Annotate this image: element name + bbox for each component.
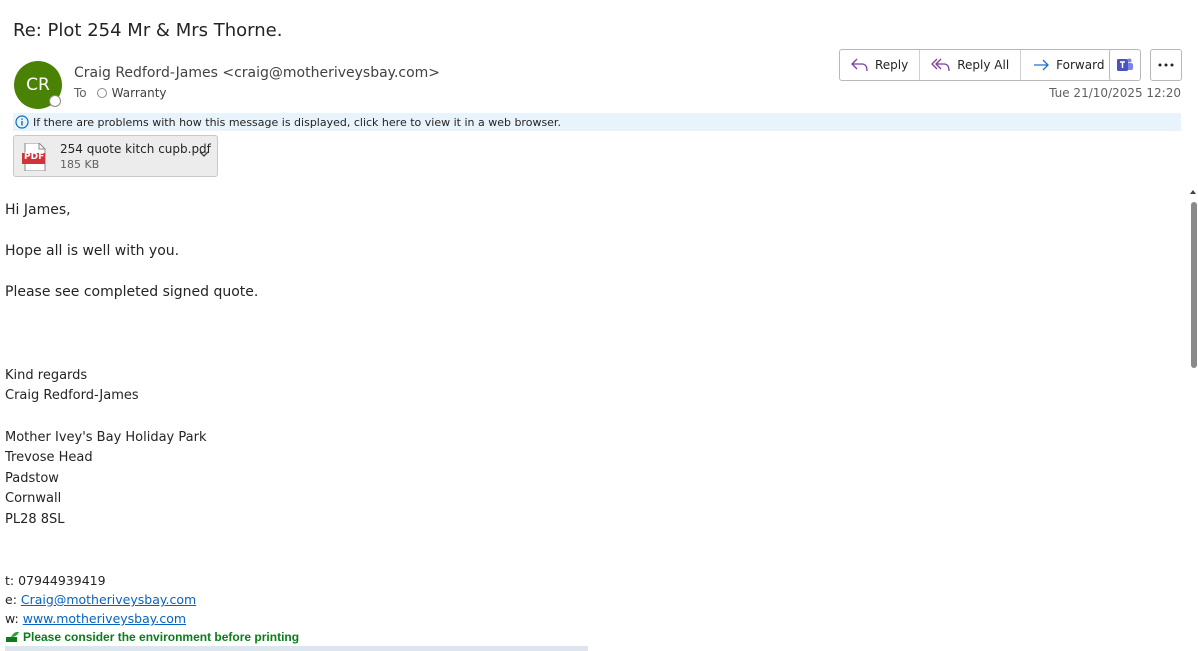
email-link[interactable]: Craig@motheriveysbay.com — [21, 592, 196, 607]
reply-all-icon — [931, 58, 950, 72]
scroll-up-icon[interactable] — [1189, 188, 1197, 196]
attachment-size: 185 KB — [60, 158, 100, 171]
scrollbar-thumb[interactable] — [1191, 202, 1197, 368]
attachment-card[interactable]: PDF 254 quote kitch cupb.pdf 185 KB — [13, 135, 218, 177]
recipients-row: To Warranty — [74, 86, 167, 100]
message-actions-group: Reply Reply All Forward — [839, 49, 1117, 81]
body-line: Please see completed signed quote. — [5, 284, 259, 300]
more-icon — [1158, 63, 1174, 67]
attachment-name: 254 quote kitch cupb.pdf — [60, 142, 211, 156]
teams-button[interactable] — [1109, 49, 1141, 81]
web-prefix: w: — [5, 611, 23, 626]
more-options-button[interactable] — [1150, 49, 1182, 81]
reply-button[interactable]: Reply — [840, 50, 921, 80]
sign-off: Kind regards — [5, 368, 88, 383]
reply-label: Reply — [875, 58, 909, 72]
email-subject: Re: Plot 254 Mr & Mrs Thorne. — [13, 20, 283, 41]
reply-all-label: Reply All — [957, 58, 1010, 72]
signature-name: Craig Redford-James — [5, 388, 139, 403]
address-line: Trevose Head — [5, 450, 93, 465]
sender-name[interactable]: Craig Redford-James <craig@motheriveysba… — [74, 65, 440, 81]
address-line: PL28 8SL — [5, 512, 65, 527]
info-bar[interactable]: If there are problems with how this mess… — [13, 113, 1181, 131]
avatar-initials: CR — [26, 75, 50, 95]
body-line: Hope all is well with you. — [5, 243, 180, 259]
recipient-presence-icon — [96, 88, 107, 98]
info-bar-text: If there are problems with how this mess… — [33, 115, 561, 129]
reply-icon — [851, 58, 868, 72]
forward-icon — [1034, 59, 1050, 71]
info-icon — [15, 115, 29, 129]
recipient-name[interactable]: Warranty — [112, 86, 167, 100]
signature-banner-edge — [5, 646, 588, 651]
email-line: e: Craig@motheriveysbay.com — [5, 592, 196, 607]
address-line: Padstow — [5, 471, 59, 486]
environment-note-text: Please consider the environment before p… — [23, 630, 300, 644]
reply-all-button[interactable]: Reply All — [920, 50, 1022, 80]
address-line: Mother Ivey's Bay Holiday Park — [5, 430, 207, 445]
greeting: Hi James, — [5, 202, 71, 218]
chevron-down-icon[interactable] — [199, 151, 209, 157]
printer-leaf-icon — [6, 631, 19, 642]
to-label: To — [74, 86, 87, 100]
phone-line: t: 07944939419 — [5, 573, 106, 588]
environment-note: Please consider the environment before p… — [5, 630, 299, 644]
website-link[interactable]: www.motheriveysbay.com — [23, 611, 186, 626]
web-line: w: www.motheriveysbay.com — [5, 611, 186, 626]
address-line: Cornwall — [5, 491, 62, 506]
email-prefix: e: — [5, 592, 21, 607]
teams-icon — [1117, 58, 1133, 71]
message-date: Tue 21/10/2025 12:20 — [1049, 86, 1181, 100]
pdf-type-label: PDF — [24, 152, 45, 162]
forward-button[interactable]: Forward — [1021, 50, 1115, 80]
presence-status-icon — [49, 95, 61, 107]
forward-label: Forward — [1056, 58, 1105, 72]
